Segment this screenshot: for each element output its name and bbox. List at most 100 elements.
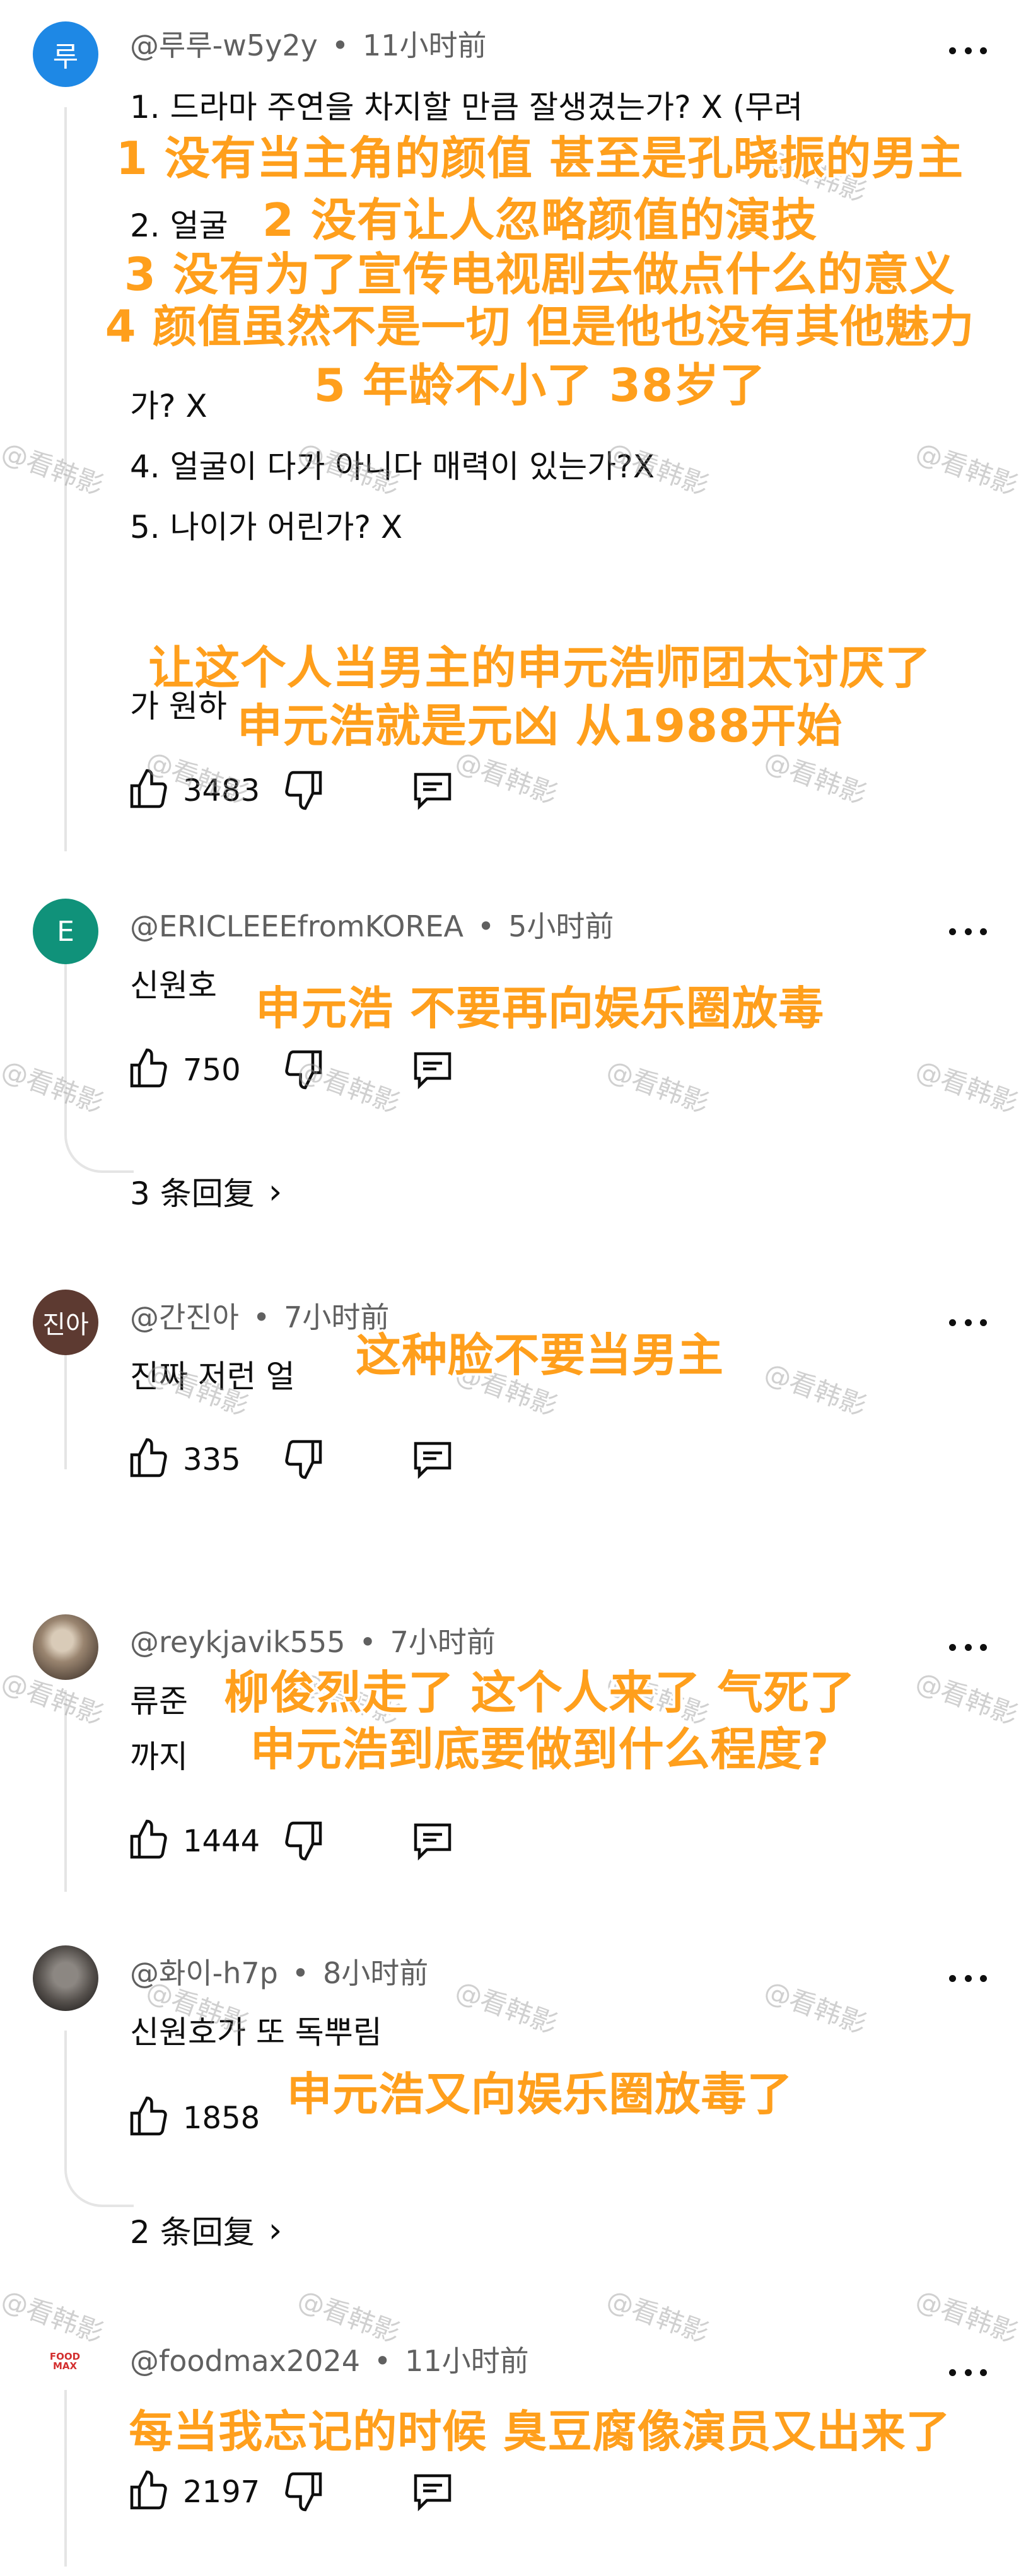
- watermark: @看韩影: [911, 436, 1022, 502]
- watermark: @看韩影: [602, 1054, 713, 1120]
- caption-overlay: 这种脸不要当男主: [355, 1329, 725, 1382]
- avatar[interactable]: [33, 1945, 98, 2011]
- reply-icon: [414, 1442, 452, 1479]
- comment-body: 가? X: [130, 388, 207, 424]
- thumbs-down-icon: [285, 771, 322, 810]
- dislike-button[interactable]: [281, 764, 326, 815]
- dislike-button[interactable]: [281, 1815, 326, 1865]
- avatar[interactable]: E: [33, 899, 98, 964]
- caption-overlay: 每当我忘记的时候 臭豆腐像演员又出来了: [129, 2406, 951, 2457]
- thumbs-up-icon: [130, 2470, 167, 2510]
- watermark: @看韩影: [451, 1974, 562, 2041]
- like-button[interactable]: 1858: [126, 2092, 260, 2142]
- reply-button[interactable]: [410, 1044, 455, 1094]
- thumbs-up-icon: [130, 1438, 167, 1477]
- replies-label: 2 条回复: [130, 2214, 255, 2251]
- comment-handle[interactable]: @foodmax2024: [130, 2344, 360, 2378]
- more-vert-icon[interactable]: [949, 38, 987, 63]
- like-count: 1444: [183, 1824, 260, 1859]
- comment-body: 류준: [130, 1683, 188, 1720]
- view-replies-button[interactable]: 3 条回复 ›: [130, 1169, 282, 1214]
- chevron-right-icon: ›: [268, 1171, 283, 1211]
- avatar[interactable]: 루: [33, 21, 98, 87]
- comment-handle[interactable]: @ERICLEEEfromKOREA: [130, 909, 463, 943]
- comment-time: 11小时前: [362, 28, 487, 62]
- avatar[interactable]: [33, 1614, 98, 1680]
- like-button[interactable]: 3483: [126, 764, 260, 815]
- comment-handle[interactable]: @reykjavik555: [130, 1625, 345, 1659]
- watermark: @看韩影: [0, 1054, 108, 1120]
- comment-handle[interactable]: @화이-h7p: [130, 1956, 278, 1990]
- comment-meta: @foodmax2024 • 11小时前: [130, 2338, 529, 2380]
- comment-meta: @화이-h7p • 8小时前: [130, 1950, 428, 1992]
- more-vert-icon[interactable]: [949, 919, 987, 944]
- more-vert-icon[interactable]: [949, 1966, 987, 1991]
- dislike-button[interactable]: [281, 1433, 326, 1484]
- meta-dot: •: [477, 909, 495, 943]
- reply-button[interactable]: [410, 1433, 455, 1484]
- meta-dot: •: [359, 1625, 376, 1659]
- comment-body: 까지: [130, 1739, 188, 1775]
- comment-time: 11小时前: [405, 2344, 529, 2378]
- thumbs-down-icon: [285, 1440, 322, 1479]
- avatar[interactable]: FOOD MAX: [43, 2340, 87, 2384]
- watermark: @看韩影: [911, 1665, 1022, 1732]
- caption-overlay: 申元浩就是元凶 从1988开始: [236, 699, 843, 752]
- comment-handle[interactable]: @간진아: [130, 1300, 239, 1334]
- thumbs-up-icon: [130, 1819, 167, 1859]
- reply-button[interactable]: [410, 2466, 455, 2516]
- like-button[interactable]: 750: [126, 1044, 241, 1094]
- caption-overlay: 5 年龄不小了 38岁了: [313, 359, 766, 412]
- watermark: @看韩影: [760, 1974, 871, 2041]
- thumbs-up-icon: [130, 1048, 167, 1088]
- comment-handle[interactable]: @루루-w5y2y: [130, 28, 318, 62]
- comment-body: 4. 얼굴이 다가 아니다 매력이 있는가?X: [130, 448, 655, 485]
- reply-button[interactable]: [410, 1815, 455, 1865]
- like-button[interactable]: 2197: [126, 2466, 260, 2516]
- dislike-button[interactable]: [281, 1044, 326, 1094]
- thread-line: [64, 2031, 67, 2157]
- comment-body: 신원호: [130, 967, 217, 1004]
- like-count: 335: [183, 1442, 241, 1477]
- caption-overlay: 1 没有当主角的颜值 甚至是孔晓振的男主: [115, 132, 964, 185]
- caption-overlay: 让这个人当男主的申元浩师团太讨厌了: [148, 641, 931, 694]
- like-button[interactable]: 335: [126, 1433, 241, 1484]
- comment-time: 5小时前: [508, 909, 614, 943]
- thumbs-up-icon: [130, 769, 167, 808]
- thread-curve: [64, 2157, 134, 2207]
- thumbs-up-icon: [130, 2096, 167, 2136]
- more-vert-icon[interactable]: [949, 2360, 987, 2385]
- caption-overlay: 申元浩到底要做到什么程度?: [250, 1723, 830, 1776]
- like-count: 1858: [183, 2101, 260, 2136]
- caption-overlay: 申元浩 不要再向娱乐圈放毒: [255, 982, 825, 1035]
- comment-meta: @루루-w5y2y • 11小时前: [130, 23, 487, 64]
- dislike-button[interactable]: [281, 2466, 326, 2516]
- reply-icon: [414, 772, 452, 810]
- watermark: @看韩影: [602, 2283, 713, 2350]
- meta-dot: •: [331, 28, 349, 62]
- reply-button[interactable]: [410, 764, 455, 815]
- thumbs-down-icon: [285, 2472, 322, 2512]
- like-count: 750: [183, 1052, 241, 1088]
- reply-icon: [414, 1823, 452, 1861]
- watermark: @看韩影: [911, 2283, 1022, 2350]
- like-count: 2197: [183, 2474, 260, 2510]
- thumbs-down-icon: [285, 1050, 322, 1090]
- like-button[interactable]: 1444: [126, 1815, 260, 1865]
- view-replies-button[interactable]: 2 条回复 ›: [130, 2207, 282, 2253]
- watermark: @看韩影: [760, 1356, 871, 1423]
- more-vert-icon[interactable]: [949, 1635, 987, 1660]
- watermark: @看韩影: [911, 1054, 1022, 1120]
- more-vert-icon[interactable]: [949, 1310, 987, 1335]
- thread-line: [64, 1690, 67, 1892]
- replies-label: 3 条回复: [130, 1175, 255, 1212]
- avatar[interactable]: 진아: [33, 1290, 98, 1355]
- thread-curve: [64, 1122, 134, 1173]
- comment-meta: @ERICLEEEfromKOREA • 5小时前: [130, 904, 614, 945]
- comment-meta: @간진아 • 7小时前: [130, 1295, 389, 1336]
- thread-line: [64, 107, 67, 851]
- caption-overlay: 申元浩又向娱乐圈放毒了: [286, 2068, 793, 2121]
- meta-dot: •: [291, 1956, 309, 1990]
- thread-line: [64, 1349, 67, 1469]
- comment-body: 5. 나이가 어린가? X: [130, 509, 403, 545]
